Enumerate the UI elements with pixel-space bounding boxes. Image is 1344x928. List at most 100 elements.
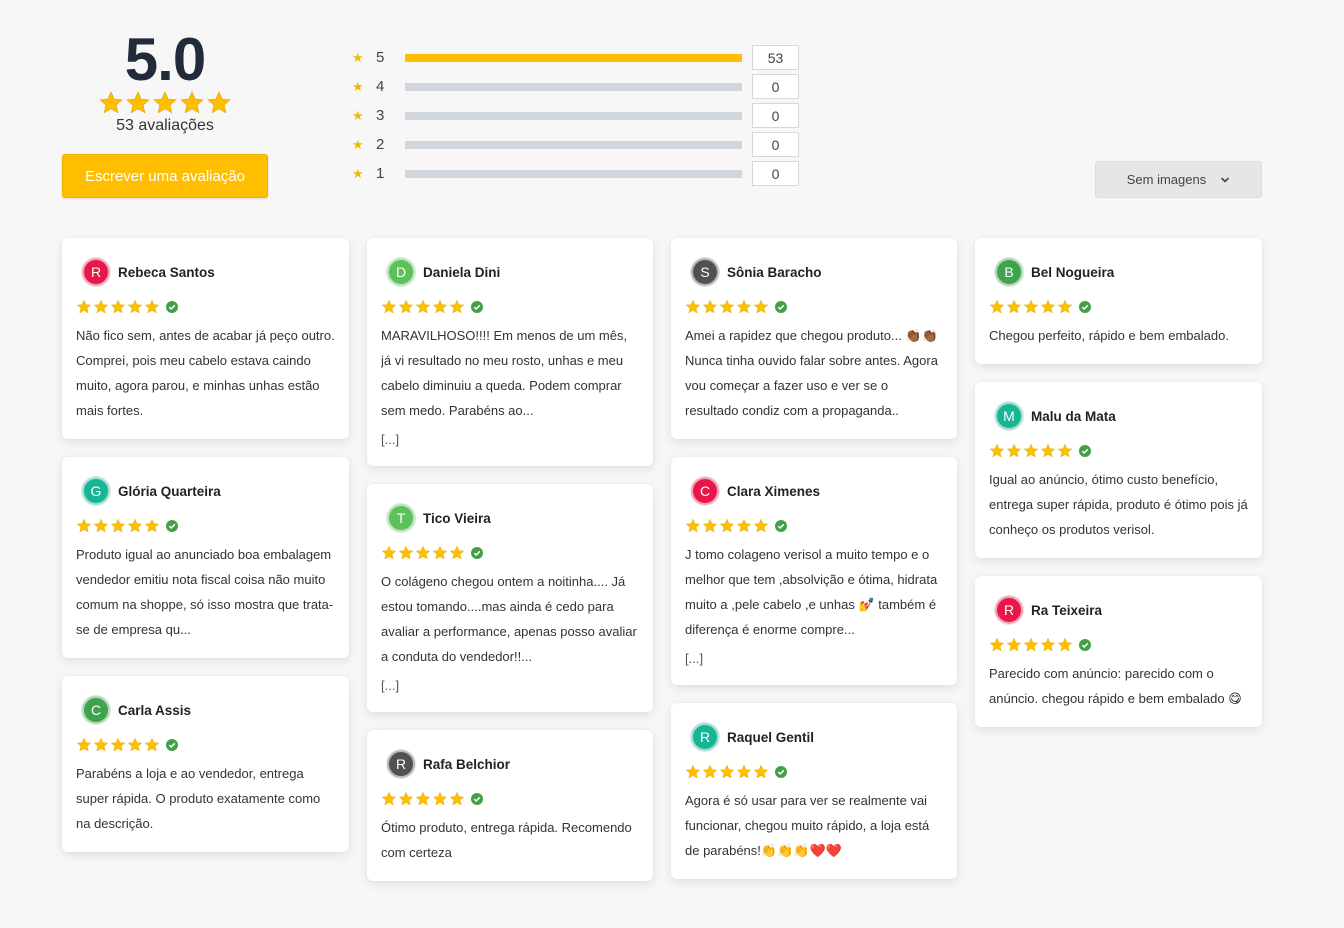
verified-check-icon (166, 301, 178, 313)
star-icon (1023, 299, 1039, 314)
review-rating (76, 518, 335, 534)
review-card[interactable]: R Ra Teixeira Parecido com anúncio: pare… (975, 576, 1262, 727)
distribution-bar (405, 82, 742, 91)
rating-distribution: ★ 5 53 ★ 4 0 ★ 3 0 ★ 2 0 ★ 1 0 (352, 43, 799, 188)
review-rating (381, 791, 639, 807)
distribution-row: ★ 4 0 (352, 72, 799, 101)
avatar: T (387, 504, 415, 532)
star-icon (753, 518, 769, 533)
write-review-button[interactable]: Escrever uma avaliação (62, 154, 268, 198)
star-level: 1 (376, 165, 385, 182)
reviewer-name: Raquel Gentil (727, 729, 815, 745)
star-icon (685, 764, 701, 779)
distribution-bar (405, 140, 742, 149)
reviewer-name: Ra Teixeira (1031, 602, 1103, 618)
review-card[interactable]: G Glória Quarteira Produto igual ao anun… (62, 457, 349, 658)
star-icon (93, 737, 109, 752)
star-level: 3 (376, 107, 385, 124)
star-icon (398, 791, 414, 806)
avatar: R (691, 723, 719, 751)
verified-check-icon (1079, 639, 1091, 651)
star-icon (93, 299, 109, 314)
review-text: Produto igual ao anunciado boa embalagem… (76, 547, 334, 637)
star-icon (432, 545, 448, 560)
star-icon (93, 518, 109, 533)
review-column-3: S Sônia Baracho Amei a rapidez que chego… (671, 238, 957, 897)
review-rating (381, 299, 639, 315)
star-icon (126, 91, 150, 114)
review-text: Parecido com anúncio: parecido com o anú… (989, 666, 1242, 706)
review-card[interactable]: R Rafa Belchior Ótimo produto, entrega r… (367, 730, 653, 881)
review-card[interactable]: R Raquel Gentil Agora é só usar para ver… (671, 703, 957, 879)
read-more-link[interactable]: [...] (381, 430, 639, 450)
reviewer-name: Bel Nogueira (1031, 264, 1115, 280)
review-card[interactable]: M Malu da Mata Igual ao anúncio, ótimo c… (975, 382, 1262, 558)
star-icon (153, 91, 177, 114)
star-icon (127, 299, 143, 314)
review-text: Ótimo produto, entrega rápida. Recomendo… (381, 820, 632, 860)
star-icon (381, 791, 397, 806)
average-stars (62, 90, 268, 116)
distribution-count: 0 (752, 132, 799, 157)
distribution-count: 0 (752, 103, 799, 128)
review-text: Não fico sem, antes de acabar já peço ou… (76, 328, 335, 418)
review-rating (989, 299, 1248, 315)
star-icon (110, 737, 126, 752)
verified-check-icon (775, 766, 787, 778)
star-icon (180, 91, 204, 114)
star-icon (398, 299, 414, 314)
review-header: C Carla Assis (76, 695, 335, 725)
distribution-count: 53 (752, 45, 799, 70)
star-icon: ★ (352, 107, 364, 123)
star-icon (449, 545, 465, 560)
star-icon (736, 299, 752, 314)
review-rating (685, 518, 943, 534)
star-icon (1057, 443, 1073, 458)
review-card[interactable]: R Rebeca Santos Não fico sem, antes de a… (62, 238, 349, 439)
review-card[interactable]: B Bel Nogueira Chegou perfeito, rápido e… (975, 238, 1262, 364)
review-card[interactable]: D Daniela Dini MARAVILHOSO!!!! Em menos … (367, 238, 653, 466)
reviewer-name: Clara Ximenes (727, 483, 821, 499)
star-icon (76, 299, 92, 314)
verified-check-icon (166, 739, 178, 751)
distribution-row: ★ 3 0 (352, 101, 799, 130)
image-filter-dropdown[interactable]: Sem imagens (1095, 161, 1262, 198)
distribution-count: 0 (752, 74, 799, 99)
review-rating (76, 299, 335, 315)
star-icon (736, 764, 752, 779)
star-icon (415, 545, 431, 560)
avatar: S (691, 258, 719, 286)
star-icon (736, 518, 752, 533)
reviewer-name: Tico Vieira (423, 510, 491, 526)
review-text: O colágeno chegou ontem a noitinha.... J… (381, 574, 637, 664)
review-text: Amei a rapidez que chegou produto... 👏🏾👏… (685, 328, 938, 418)
read-more-link[interactable]: [...] (381, 676, 639, 696)
star-icon (1023, 443, 1039, 458)
reviewer-name: Daniela Dini (423, 264, 501, 280)
star-icon (989, 299, 1005, 314)
review-header: C Clara Ximenes (685, 476, 943, 506)
star-level: 2 (376, 136, 385, 153)
review-rating (76, 737, 335, 753)
read-more-link[interactable]: [...] (685, 649, 943, 669)
reviewer-name: Glória Quarteira (118, 483, 221, 499)
star-icon (1040, 637, 1056, 652)
star-icon (719, 764, 735, 779)
verified-check-icon (471, 793, 483, 805)
star-icon (415, 299, 431, 314)
review-card[interactable]: S Sônia Baracho Amei a rapidez que chego… (671, 238, 957, 439)
distribution-row: ★ 2 0 (352, 130, 799, 159)
review-card[interactable]: C Carla Assis Parabéns a loja e ao vende… (62, 676, 349, 852)
reviewer-name: Carla Assis (118, 702, 192, 718)
review-card[interactable]: T Tico Vieira O colágeno chegou ontem a … (367, 484, 653, 712)
star-icon (719, 518, 735, 533)
star-icon (207, 91, 231, 114)
review-card[interactable]: C Clara Ximenes J tomo colageno verisol … (671, 457, 957, 685)
star-icon (1057, 637, 1073, 652)
reviewer-name: Rebeca Santos (118, 264, 215, 280)
review-header: B Bel Nogueira (989, 257, 1248, 287)
avatar: C (82, 696, 110, 724)
star-icon (1040, 443, 1056, 458)
star-icon (702, 764, 718, 779)
avatar: C (691, 477, 719, 505)
